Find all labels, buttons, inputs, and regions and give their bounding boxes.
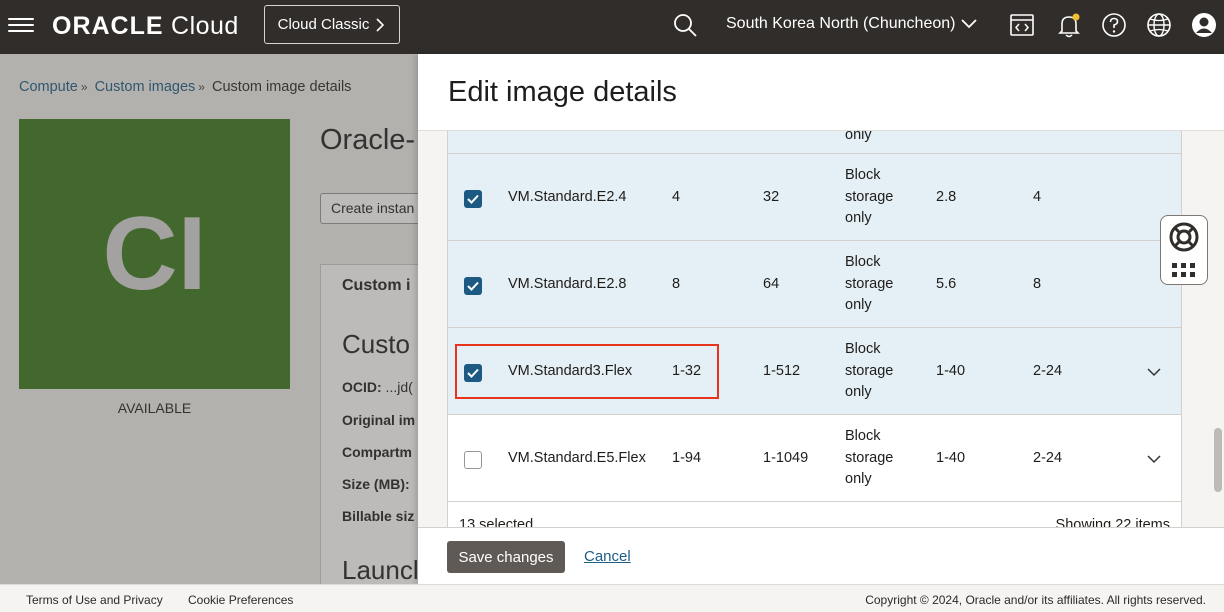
chevron-down-icon bbox=[961, 19, 978, 29]
storage-line: Block bbox=[845, 341, 881, 357]
compatible-shapes-table: only VM.Standard.E2.4 4 32 Block storage o… bbox=[447, 131, 1182, 527]
bandwidth-cell: 2.8 bbox=[936, 189, 957, 205]
storage-line: only bbox=[845, 297, 872, 313]
terms-link[interactable]: Terms of Use and Privacy bbox=[26, 593, 163, 607]
storage-cell: Block storage only bbox=[845, 339, 893, 404]
copyright-text: Copyright © 2024, Oracle and/or its affi… bbox=[865, 593, 1206, 607]
help-support-widget[interactable] bbox=[1160, 215, 1208, 285]
bandwidth-cell: 1-40 bbox=[936, 450, 966, 466]
lifebuoy-icon bbox=[1169, 222, 1199, 252]
ocpu-cell: 1-94 bbox=[672, 450, 702, 466]
storage-line: Block bbox=[845, 254, 881, 270]
shape-cell: VM.Standard3.Flex bbox=[508, 363, 633, 379]
memory-cell: 32 bbox=[763, 189, 780, 205]
table-row: only bbox=[448, 131, 1181, 154]
storage-line: only bbox=[845, 471, 872, 487]
edit-image-details-panel: Edit image details only VM.Standard.E2.4… bbox=[418, 54, 1224, 584]
table-row: VM.Standard.E2.4 4 32 Block storage only 2… bbox=[448, 154, 1181, 241]
items-count: Showing 22 items bbox=[1055, 517, 1170, 527]
developer-tools-icon[interactable] bbox=[1008, 11, 1036, 39]
vnics-cell: 8 bbox=[1033, 276, 1042, 292]
language-globe-icon[interactable] bbox=[1145, 11, 1173, 39]
logo-cloud-text: Cloud bbox=[171, 12, 239, 40]
shape-cell: VM.Standard.E2.4 bbox=[508, 189, 627, 205]
cancel-link[interactable]: Cancel bbox=[584, 548, 631, 565]
bandwidth-cell: 5.6 bbox=[936, 276, 957, 292]
row-checkbox[interactable] bbox=[464, 451, 482, 469]
notifications-bell-icon[interactable] bbox=[1055, 11, 1083, 39]
storage-line: storage bbox=[845, 449, 894, 466]
table-row: VM.Standard3.Flex 1-32 1-512 Block storag… bbox=[448, 328, 1181, 415]
table-footer: 13 selected Showing 22 items bbox=[448, 502, 1181, 527]
storage-line: Block bbox=[845, 428, 881, 444]
checkmark-icon bbox=[467, 281, 479, 291]
help-icon[interactable] bbox=[1100, 11, 1128, 39]
search-icon[interactable] bbox=[672, 12, 698, 38]
ocpu-cell: 4 bbox=[672, 189, 681, 205]
logo-oracle-text: ORACLE bbox=[52, 12, 164, 40]
row-checkbox[interactable] bbox=[464, 190, 482, 208]
panel-scrollbar[interactable] bbox=[1214, 428, 1222, 492]
storage-cell: Block storage only bbox=[845, 252, 893, 317]
memory-cell: 1-1049 bbox=[763, 450, 809, 466]
panel-footer: Save changes Cancel bbox=[418, 527, 1224, 584]
chevron-down-icon[interactable] bbox=[1145, 363, 1163, 381]
region-selector[interactable]: South Korea North (Chuncheon) bbox=[726, 15, 978, 33]
region-label: South Korea North (Chuncheon) bbox=[726, 15, 956, 32]
storage-line: storage bbox=[845, 362, 894, 379]
storage-line: Block bbox=[845, 167, 881, 183]
chevron-down-icon[interactable] bbox=[1145, 450, 1163, 468]
shape-cell: VM.Standard.E2.8 bbox=[508, 276, 627, 292]
storage-line: storage bbox=[845, 188, 894, 205]
checkmark-icon bbox=[467, 194, 479, 204]
vnics-cell: 2-24 bbox=[1033, 450, 1063, 466]
ocpu-cell: 8 bbox=[672, 276, 681, 292]
table-row: VM.Standard.E5.Flex 1-94 1-1049 Block sto… bbox=[448, 415, 1181, 502]
top-navigation-bar: ORACLE Cloud Cloud Classic South Korea N… bbox=[0, 0, 1224, 54]
cloud-classic-button[interactable]: Cloud Classic bbox=[264, 5, 400, 44]
table-row: VM.Standard.E2.8 8 64 Block storage only 5… bbox=[448, 241, 1181, 328]
save-changes-button[interactable]: Save changes bbox=[447, 541, 565, 573]
checkmark-icon bbox=[467, 368, 479, 378]
vnics-cell: 4 bbox=[1033, 189, 1042, 205]
cookie-preferences-link[interactable]: Cookie Preferences bbox=[188, 593, 293, 607]
storage-line: only bbox=[845, 384, 872, 400]
ocpu-cell: 1-32 bbox=[672, 363, 702, 379]
storage-cell: only bbox=[845, 131, 872, 143]
panel-title: Edit image details bbox=[448, 76, 677, 108]
row-checkbox[interactable] bbox=[464, 277, 482, 295]
storage-line: storage bbox=[845, 275, 894, 292]
shape-cell: VM.Standard.E5.Flex bbox=[508, 450, 646, 466]
bandwidth-cell: 1-40 bbox=[936, 363, 966, 379]
chevron-right-icon bbox=[376, 17, 385, 32]
menu-icon[interactable] bbox=[8, 14, 34, 36]
panel-content: only VM.Standard.E2.4 4 32 Block storage o… bbox=[418, 131, 1224, 527]
row-checkbox[interactable] bbox=[464, 364, 482, 382]
storage-cell: Block storage only bbox=[845, 426, 893, 491]
storage-line: only bbox=[845, 210, 872, 226]
vnics-cell: 2-24 bbox=[1033, 363, 1063, 379]
storage-cell: Block storage only bbox=[845, 165, 893, 230]
user-profile-icon[interactable] bbox=[1190, 11, 1218, 39]
memory-cell: 64 bbox=[763, 276, 780, 292]
selected-count: 13 selected bbox=[459, 517, 534, 527]
modal-overlay[interactable] bbox=[0, 54, 420, 584]
memory-cell: 1-512 bbox=[763, 363, 801, 379]
apps-grid-icon bbox=[1172, 263, 1195, 277]
cloud-classic-label: Cloud Classic bbox=[277, 16, 370, 33]
page-footer: Terms of Use and Privacy Cookie Preferen… bbox=[0, 584, 1224, 612]
oracle-cloud-logo[interactable]: ORACLE Cloud bbox=[52, 12, 239, 41]
